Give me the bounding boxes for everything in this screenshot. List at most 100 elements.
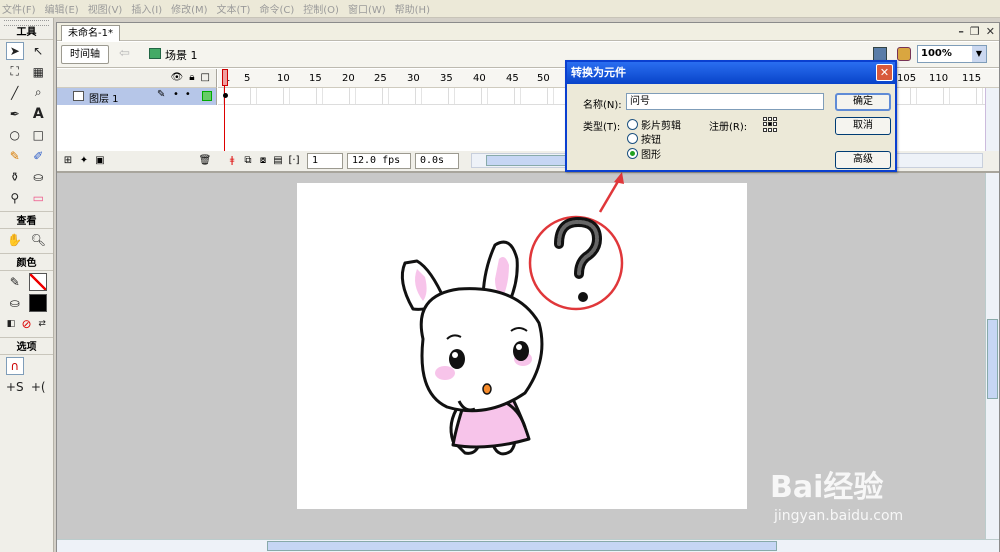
layer-outline-color[interactable] — [202, 91, 212, 101]
symbol-name-input[interactable]: 问号 — [626, 93, 824, 110]
frame-rate[interactable]: 12.0 fps — [347, 153, 411, 169]
delete-layer-icon[interactable]: 🗑︎ — [198, 154, 212, 168]
add-folder-icon[interactable]: ▣ — [93, 154, 107, 168]
menu-control[interactable]: 控制(O) — [303, 1, 339, 16]
question-mark-symbol[interactable] — [528, 215, 624, 311]
fill-transform-icon[interactable]: ▦ — [29, 63, 47, 81]
onion-skin-icon[interactable]: ⧉ — [241, 154, 255, 168]
fill-color-icon[interactable]: ⛀ — [6, 294, 24, 312]
pencil-tool-icon[interactable]: ✎ — [6, 147, 24, 165]
scene-icon — [149, 48, 161, 59]
timeline-toggle-button[interactable]: 时间轴 — [61, 45, 109, 64]
ruler-number: 50 — [537, 73, 550, 84]
lock-icon[interactable]: 🔒︎ — [189, 72, 194, 83]
rectangle-tool-icon[interactable]: □ — [29, 126, 47, 144]
watermark: Bai经验 jingyan.baidu.com — [770, 462, 903, 524]
advanced-button[interactable]: 高级 — [835, 151, 891, 169]
watermark-url: jingyan.baidu.com — [774, 508, 904, 524]
menu-edit[interactable]: 编辑(E) — [45, 1, 79, 16]
scroll-thumb[interactable] — [987, 319, 998, 399]
swap-colors-icon[interactable]: ⇄ — [34, 315, 50, 333]
line-tool-icon[interactable]: ╱ — [6, 84, 24, 102]
add-layer-icon[interactable]: ⊞ — [61, 154, 75, 168]
menu-view[interactable]: 视图(V) — [88, 1, 123, 16]
stage-hscroll[interactable] — [57, 539, 999, 552]
ink-bottle-icon[interactable]: ⚱ — [6, 168, 24, 186]
menu-help[interactable]: 帮助(H) — [395, 1, 430, 16]
edit-multiple-icon[interactable]: ▤ — [271, 154, 285, 168]
ruler-number: 105 — [897, 73, 917, 84]
menu-insert[interactable]: 插入(I) — [131, 1, 162, 16]
radio-circle[interactable] — [627, 133, 638, 144]
chevron-down-icon[interactable]: ▼ — [972, 46, 986, 62]
scroll-thumb[interactable] — [267, 541, 777, 551]
smooth-icon[interactable]: +S — [6, 378, 24, 396]
menu-modify[interactable]: 修改(M) — [171, 1, 207, 16]
arrow-tool-icon[interactable]: ➤ — [5, 41, 24, 60]
stage-vscroll[interactable] — [985, 173, 999, 539]
scene-label[interactable]: 场景 1 — [165, 47, 198, 63]
close-icon[interactable]: ✕ — [876, 64, 893, 81]
edit-symbols-icon[interactable] — [873, 47, 887, 61]
keyframe[interactable] — [223, 93, 228, 98]
brush-tool-icon[interactable]: ✐ — [29, 147, 47, 165]
radio-circle[interactable] — [627, 148, 638, 159]
radio-button[interactable]: 按钮 — [627, 131, 661, 146]
close-icon[interactable]: ✕ — [986, 25, 995, 38]
layer-name[interactable]: 图层 1 — [89, 90, 119, 105]
pen-tool-icon[interactable]: ✒ — [6, 105, 24, 123]
default-colors-icon[interactable]: ◧ — [3, 315, 19, 333]
hand-tool-icon[interactable]: ✋ — [6, 231, 24, 249]
snap-magnet-icon[interactable]: ∩ — [5, 356, 24, 375]
add-guide-icon[interactable]: ✦ — [77, 154, 91, 168]
timeline-vscroll[interactable] — [985, 88, 999, 154]
zoom-select[interactable]: 100% ▼ — [917, 45, 987, 63]
ruler-number: 10 — [277, 73, 290, 84]
free-transform-icon[interactable]: ⛶ — [6, 63, 24, 81]
registration-grid[interactable] — [763, 117, 778, 132]
fill-swatch[interactable] — [29, 293, 48, 312]
lasso-tool-icon[interactable]: ⌕ — [29, 84, 47, 102]
eye-icon[interactable]: 👁︎ — [171, 72, 184, 83]
convert-to-symbol-dialog: 转换为元件 ✕ 名称(N): 问号 类型(T): 影片剪辑 按钮 图形 注册(R… — [565, 60, 897, 172]
cancel-button[interactable]: 取消 — [835, 117, 891, 135]
layer-icon — [73, 91, 84, 101]
edit-scene-icon[interactable] — [897, 47, 911, 61]
radio-circle[interactable] — [627, 119, 638, 130]
oval-tool-icon[interactable]: ○ — [6, 126, 24, 144]
layer-header: 👁︎ 🔒︎ □ — [57, 69, 217, 88]
eyedropper-icon[interactable]: ⚲ — [6, 189, 24, 207]
onion-outline-icon[interactable]: ⧇ — [256, 154, 270, 168]
stroke-swatch[interactable] — [29, 272, 48, 291]
stroke-color-icon[interactable]: ✎ — [6, 273, 24, 291]
zoom-tool-icon[interactable]: 🔍︎ — [29, 231, 47, 249]
radio-movie-clip[interactable]: 影片剪辑 — [627, 117, 681, 132]
outline-icon[interactable]: □ — [201, 72, 210, 83]
stage-artwork — [400, 215, 624, 491]
stage[interactable] — [297, 183, 747, 509]
center-frame-icon[interactable]: ǂ — [225, 154, 239, 168]
subselect-tool-icon[interactable]: ↖ — [29, 42, 47, 60]
no-color-icon[interactable]: ⊘ — [19, 315, 35, 333]
restore-icon[interactable]: ❐ — [970, 25, 980, 38]
menu-text[interactable]: 文本(T) — [217, 1, 251, 16]
menu-file[interactable]: 文件(F) — [2, 1, 36, 16]
menu-window[interactable]: 窗口(W) — [348, 1, 386, 16]
back-arrow-icon[interactable]: ⇦ — [119, 46, 130, 61]
minimize-icon[interactable]: – — [958, 25, 964, 38]
menu-bar: 文件(F) 编辑(E) 视图(V) 插入(I) 修改(M) 文本(T) 命令(C… — [0, 0, 1000, 18]
ok-button[interactable]: 确定 — [835, 93, 891, 111]
radio-graphic[interactable]: 图形 — [627, 146, 661, 161]
bunny-illustration[interactable] — [400, 240, 544, 456]
dialog-title: 转换为元件 — [567, 62, 895, 84]
document-tab[interactable]: 未命名-1* — [61, 25, 120, 41]
straighten-icon[interactable]: +( — [29, 378, 47, 396]
eraser-icon[interactable]: ▭ — [29, 189, 47, 207]
layer-row[interactable]: 图层 1 ✎ •• — [57, 88, 217, 105]
modify-markers-icon[interactable]: [·] — [287, 154, 301, 168]
text-tool-icon[interactable]: A — [29, 105, 47, 123]
menu-commands[interactable]: 命令(C) — [259, 1, 294, 16]
paint-bucket-icon[interactable]: ⛀ — [29, 168, 47, 186]
layer-visibility-dots[interactable]: •• — [173, 89, 197, 100]
type-label: 类型(T): — [583, 122, 621, 133]
